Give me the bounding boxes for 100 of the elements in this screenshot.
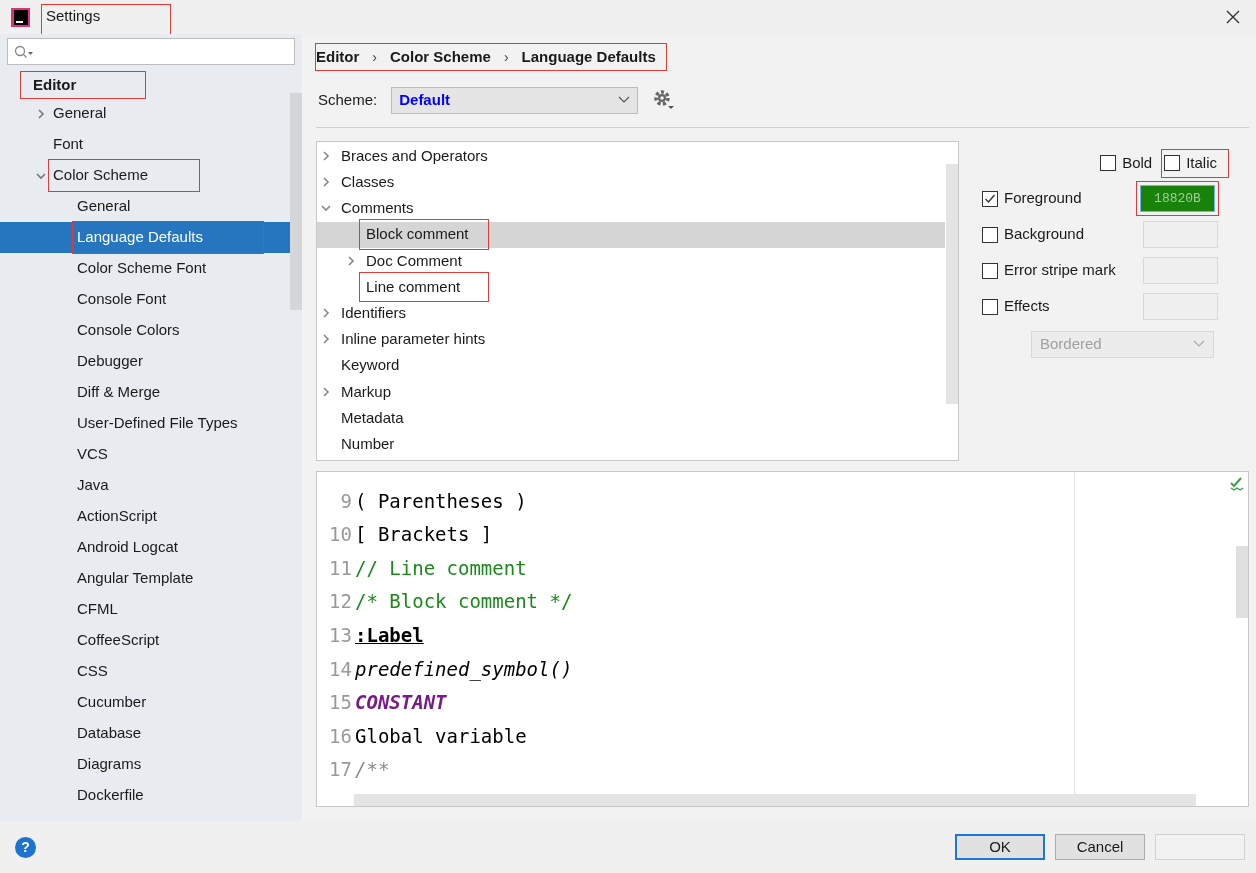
color-swatch[interactable]	[1143, 221, 1218, 248]
window-title: Settings	[42, 4, 170, 38]
sidebar-item[interactable]: CSS	[0, 656, 290, 687]
code-line: // Line comment	[354, 555, 527, 581]
breadcrumb-item[interactable]: Editor	[316, 45, 360, 69]
check-icon	[1230, 477, 1244, 491]
chevron-right-icon[interactable]	[321, 386, 331, 397]
chevron-right-icon[interactable]	[321, 177, 331, 188]
help-button[interactable]: ?	[15, 836, 36, 858]
checkbox[interactable]	[982, 190, 998, 207]
tree-item[interactable]: Number	[317, 431, 945, 458]
sidebar-item[interactable]: Java	[0, 470, 290, 501]
chevron-right-icon[interactable]	[321, 151, 331, 162]
sidebar-item[interactable]: Cucumber	[0, 687, 290, 718]
sidebar-item[interactable]: Database	[0, 718, 290, 749]
scrollbar[interactable]	[946, 164, 958, 404]
chevron-right-icon[interactable]	[321, 308, 331, 319]
checkbox-label: Background	[1004, 224, 1086, 245]
checkbox[interactable]	[1100, 155, 1117, 172]
checkbox-label: Effects	[1004, 296, 1051, 317]
line-number: 17	[328, 757, 353, 783]
tree-item[interactable]: Identifiers	[317, 300, 945, 327]
line-number: 15	[328, 690, 353, 716]
sidebar-item[interactable]: General	[0, 98, 290, 129]
code-line: :Label	[354, 622, 424, 648]
code-line: [ Brackets ]	[354, 522, 493, 548]
chevron-down-icon	[618, 96, 631, 104]
checkbox-label: Foreground	[1004, 188, 1083, 209]
color-swatch[interactable]	[1143, 293, 1218, 320]
search-icon	[14, 44, 34, 59]
chevron-right-icon[interactable]	[36, 108, 46, 119]
sidebar-item[interactable]: Diff & Merge	[0, 377, 290, 408]
sidebar-item[interactable]: Font	[0, 129, 290, 160]
sidebar-item[interactable]: Android Logcat	[0, 532, 290, 563]
sidebar-item[interactable]: Console Colors	[0, 315, 290, 346]
line-number: 14	[328, 656, 353, 682]
breadcrumb-item[interactable]: Color Scheme	[390, 45, 491, 69]
code-line: ( Parentheses )	[354, 488, 527, 514]
checkbox[interactable]	[982, 262, 998, 279]
sidebar-item[interactable]: CFML	[0, 594, 290, 625]
app-icon	[11, 7, 30, 27]
breadcrumb-item[interactable]: Language Defaults	[521, 45, 656, 69]
tree-item[interactable]: Metadata	[317, 404, 945, 432]
code-line: predefined_symbol()	[354, 656, 573, 683]
search-field[interactable]	[7, 38, 295, 65]
checkbox[interactable]	[982, 226, 998, 243]
sidebar-item[interactable]: Console Font	[0, 284, 290, 315]
breadcrumb-separator: ›	[372, 47, 377, 67]
scheme-dropdown[interactable]: Default	[391, 86, 639, 114]
gear-icon[interactable]	[653, 89, 676, 111]
chevron-right-icon[interactable]	[346, 255, 356, 266]
color-swatch[interactable]	[1143, 257, 1218, 284]
cancel-button[interactable]: Cancel	[1055, 834, 1145, 860]
chevron-right-icon[interactable]	[321, 334, 331, 345]
tree-item[interactable]: Classes	[317, 169, 945, 196]
checkbox-label: Bold	[1122, 153, 1153, 173]
sidebar-item[interactable]: User-Defined File Types	[0, 408, 290, 439]
line-number: 16	[328, 723, 353, 749]
tree-item[interactable]: Comments	[317, 195, 945, 222]
tree-item[interactable]: Doc Comment	[317, 247, 945, 274]
tree-item[interactable]: Line comment	[317, 273, 945, 301]
sidebar-item[interactable]: CoffeeScript	[0, 625, 290, 656]
sidebar-item[interactable]: Debugger	[0, 346, 290, 377]
checkbox[interactable]	[1164, 155, 1181, 172]
scrollbar[interactable]	[1236, 546, 1248, 618]
sidebar-item[interactable]: Color Scheme Font	[0, 253, 290, 284]
checkbox[interactable]	[982, 298, 998, 315]
sidebar-item[interactable]: ActionScript	[0, 501, 290, 532]
sidebar-item[interactable]: VCS	[0, 439, 290, 470]
tree-item[interactable]: Inline parameter hints	[317, 326, 945, 353]
sidebar-item[interactable]: Diagrams	[0, 749, 290, 780]
scrollbar[interactable]	[290, 93, 302, 310]
line-number: 9	[339, 488, 353, 514]
line-number: 12	[328, 589, 353, 615]
line-number: 10	[328, 522, 353, 548]
checkbox-label: Italic	[1186, 153, 1217, 173]
chevron-down-icon	[1193, 340, 1205, 348]
sidebar-item[interactable]: Angular Template	[0, 563, 290, 594]
line-number: 13	[328, 622, 353, 648]
preview-editor[interactable]: 9( Parentheses ) 10[ Brackets ] 11// Line comment 12/* Block comment */ 13:Label 14 predefined_symbol() 15 CONSTANT 16 Global variable 17/**	[316, 471, 1249, 807]
sidebar-item[interactable]: Language Defaults	[0, 222, 290, 253]
chevron-down-icon[interactable]	[321, 203, 331, 214]
code-line: CONSTANT	[354, 690, 447, 716]
scheme-label: Scheme:	[318, 89, 378, 110]
section-header: Editor	[21, 72, 145, 98]
line-number: 11	[328, 555, 353, 581]
sidebar-item[interactable]: General	[0, 191, 290, 222]
sidebar-item[interactable]: Dockerfile	[0, 780, 290, 811]
tree-item[interactable]: Braces and Operators	[317, 143, 945, 170]
sidebar-item[interactable]: Color Scheme	[0, 160, 290, 191]
chevron-down-icon[interactable]	[36, 170, 46, 181]
breadcrumb-separator: ›	[503, 47, 509, 67]
tree-item[interactable]: Markup	[317, 378, 945, 405]
code-line: Global variable	[354, 723, 527, 749]
close-icon	[1226, 10, 1240, 24]
tree-item[interactable]: Keyword	[317, 352, 945, 379]
ok-button[interactable]: OK	[955, 834, 1045, 860]
tree-item[interactable]: Block comment	[317, 221, 945, 248]
code-line: /**	[354, 757, 390, 783]
checkbox-label: Error stripe mark	[1004, 260, 1117, 281]
